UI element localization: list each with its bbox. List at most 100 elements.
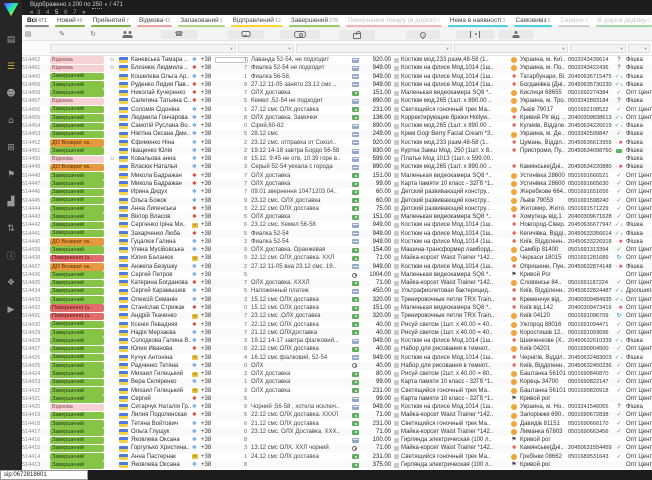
table-row[interactable]: 514420ВідмоваСитарчук Наталія Гр..✻+389Ч… — [22, 403, 652, 411]
order-comment[interactable]: 22.12 смс ОЛХ доставка. ХХЛ — [251, 254, 350, 262]
order-id[interactable]: 514422 — [22, 387, 48, 395]
client-name[interactable]: Людмила Гончарова — [131, 114, 191, 122]
order-id[interactable]: 514446 — [22, 188, 48, 196]
table-row[interactable]: 514457ВідмоваСалегина Татьяна С..✱+385Ке… — [22, 97, 652, 105]
tracking-number[interactable]: 0503243439614 — [568, 56, 612, 64]
tracking-number[interactable] — [568, 436, 612, 444]
order-id[interactable]: 514416 — [22, 436, 48, 444]
order-comment[interactable]: 27.12 смс ОЛХ доставка — [251, 106, 350, 114]
client-name[interactable]: Яковлева Оксана — [131, 461, 191, 469]
tracking-number[interactable]: 20450634226619 — [568, 122, 612, 130]
order-id[interactable]: 514418 — [22, 420, 48, 428]
status-badge[interactable]: Повернення (з.. — [50, 312, 106, 320]
tracking-number[interactable]: 20450633226918 — [568, 238, 612, 246]
product-name[interactable]: Костюм на флисе Мод.1014 (1ш.. — [394, 64, 506, 72]
status-badge[interactable]: Завершений — [50, 395, 106, 403]
status-badge[interactable]: Завершений — [50, 287, 106, 295]
tab-Прийнятий[interactable]: Прийнятий7 — [91, 15, 131, 27]
client-name[interactable]: Власюк Наталья — [131, 163, 191, 171]
table-row[interactable]: 514461Відмова⊙Близнюк Людмила ..✱+387Фиа… — [22, 64, 652, 72]
status-badge[interactable]: Завершений — [50, 362, 106, 370]
product-name[interactable]: Маленькая видеокамера SQ8 *.. — [394, 304, 506, 312]
sidebar-item-video-icon[interactable]: ▶ — [0, 296, 22, 323]
product-name[interactable]: Детский развивающий констру.. — [394, 197, 506, 205]
delivery-address[interactable]: Богданівка (Дні.. — [520, 81, 566, 89]
product-name[interactable]: Маленькая видеокамера SQ8 *.. — [394, 89, 506, 97]
order-comment[interactable]: 23.12 смс. ОЛХ доставка — [251, 197, 350, 205]
delivery-address[interactable]: Татарбунари, Ві.. — [520, 73, 566, 81]
tab-В дорозі додому[interactable]: В дорозі додому0 — [596, 15, 652, 27]
tracking-number[interactable]: 20450634098760 — [568, 147, 612, 155]
delivery-address[interactable]: Кривой рог — [520, 436, 566, 444]
order-comment[interactable]: 23.12 смс. ОЛХ Доставка. ХХХ.. — [251, 428, 350, 436]
order-comment[interactable]: Сірий,60-62 — [251, 122, 350, 130]
order-id[interactable]: 514431 — [22, 312, 48, 320]
product-name[interactable]: Маленькая видеокамера SQ8 *.. — [394, 172, 506, 180]
tab-Самовивіз[interactable]: Самовивіз2 — [514, 15, 553, 27]
status-badge[interactable]: Завершений — [50, 387, 106, 395]
order-id[interactable]: 514432 — [22, 304, 48, 312]
status-badge[interactable]: Завершений — [50, 378, 106, 386]
product-name[interactable]: Светящийся гоночный трек Ма.. — [394, 420, 506, 428]
client-name[interactable]: Сергей — [131, 395, 191, 403]
table-row[interactable]: 514436ЗавершенийСергей Петров✻+3851004.0… — [22, 271, 652, 279]
order-comment[interactable]: 27.12 11-05 занято 23.12 смс .. — [251, 81, 350, 89]
status-badge[interactable]: ДО Возврат ок.. — [50, 163, 106, 171]
client-phone[interactable]: +38 — [201, 461, 234, 469]
order-id[interactable]: 514413 — [22, 461, 48, 469]
client-name[interactable]: Олексій Семанін — [131, 296, 191, 304]
delivery-address[interactable]: Київ 04201 — [520, 345, 566, 353]
product-name[interactable]: Майка-корсет Waist Trainer *142.. — [394, 428, 506, 436]
delivery-address[interactable]: Кременчук від.. — [520, 296, 566, 304]
filter-status[interactable] — [50, 44, 236, 53]
product-name[interactable]: Светящийся гоночный трек Ма.. — [394, 106, 506, 114]
table-row[interactable]: 514446ЗавершенийИрина Дидух✻+38709.01 зв… — [22, 188, 652, 196]
product-name[interactable]: Детский развивающий констру.. — [394, 188, 506, 196]
order-comment[interactable]: ОЛХ доставка. Замочки — [251, 114, 350, 122]
delivery-address[interactable]: Камянське(Дні.. — [520, 163, 566, 171]
order-id[interactable]: 514430 — [22, 321, 48, 329]
product-name[interactable]: Набор для рисования в темнот.. — [394, 345, 506, 353]
client-name[interactable]: Каневська Тамара .. — [131, 56, 191, 64]
order-id[interactable]: 514424 — [22, 370, 48, 378]
sidebar-item-info-icon[interactable]: ⓘ — [0, 242, 22, 269]
product-name[interactable]: Костюм на флисе Мод.1014 (1ш.. — [394, 230, 506, 238]
order-id[interactable]: 514426 — [22, 354, 48, 362]
order-id[interactable]: 514438 — [22, 254, 48, 262]
delivery-address[interactable]: Хомутець від.1 — [520, 213, 566, 221]
client-phone[interactable]: +38 — [201, 263, 234, 271]
tab-Повернення товару (в дорозі)[interactable]: Повернення товару (в дорозі)0 — [346, 15, 442, 27]
client-phone[interactable]: +38 — [201, 197, 234, 205]
order-comment[interactable]: ОЛХ доставка — [251, 213, 350, 221]
table-row[interactable]: 514460ЗавершенийКошелева Ольга Ар..✻+381… — [22, 73, 652, 81]
tracking-number[interactable] — [568, 271, 612, 279]
client-name[interactable]: Нікітіна Оксана Дми.. — [131, 130, 191, 138]
client-phone[interactable]: +38 — [201, 97, 234, 105]
client-phone[interactable]: +38 — [201, 122, 234, 130]
order-id[interactable]: 514415 — [22, 444, 48, 452]
order-comment[interactable]: ОЛХ — [251, 362, 350, 370]
client-name[interactable]: Ирина Дидух — [131, 188, 191, 196]
tracking-number[interactable]: 20400309473416 — [568, 304, 612, 312]
client-name[interactable]: Тетяна Войтович — [131, 420, 191, 428]
client-name[interactable]: Гуцалюк Галина — [131, 238, 191, 246]
product-name[interactable]: Костюм на флисе Мод.1014 (1ш.. — [394, 73, 506, 81]
status-badge[interactable]: Завершений — [50, 188, 106, 196]
product-name[interactable]: Майка-корсет Waist Trainer *142.. — [394, 254, 506, 262]
order-id[interactable]: 514427 — [22, 345, 48, 353]
status-badge[interactable]: Відмова — [50, 403, 106, 411]
delivery-address[interactable]: Львів 79017 — [520, 106, 566, 114]
order-id[interactable]: 514462 — [22, 56, 48, 64]
client-phone[interactable]: +38 — [201, 370, 234, 378]
product-name[interactable]: Карта памяти 10 класс - 32Гб *1.. — [394, 180, 506, 188]
table-row[interactable]: 514416ЗавершенийЯковлева Оксана✻+388100.… — [22, 436, 652, 444]
status-badge[interactable]: ДО Возврат ок.. — [50, 139, 106, 147]
tab-Новий[interactable]: Новий48 — [55, 15, 85, 27]
tracking-number[interactable]: 0501689531643 — [568, 453, 612, 461]
delivery-address[interactable]: Баштанка 56101 — [520, 370, 566, 378]
order-comment[interactable]: 23.12 смс .ОЛХ доставка — [251, 312, 350, 320]
order-comment[interactable]: ОЛХ доставка — [251, 378, 350, 386]
delivery-address[interactable]: Київ від.142 — [520, 304, 566, 312]
tracking-number[interactable]: 0503243422436 — [568, 64, 612, 72]
status-badge[interactable]: Завершений — [50, 337, 106, 345]
